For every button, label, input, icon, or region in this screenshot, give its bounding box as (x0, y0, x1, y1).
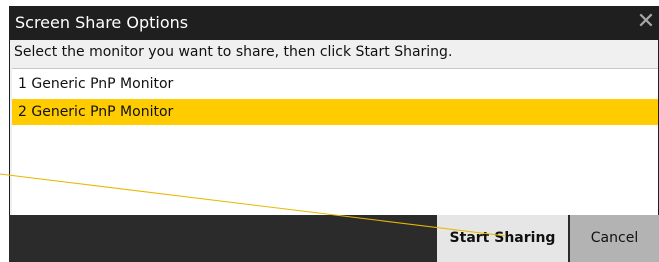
list-item-monitor-2[interactable]: 2 Generic PnP Monitor (12, 99, 658, 125)
title-bar: Screen Share Options ✕ (9, 6, 659, 40)
dialog-title: Screen Share Options (15, 13, 189, 32)
list-item-monitor-1[interactable]: 1 Generic PnP Monitor (12, 71, 658, 97)
instruction-text: Select the monitor you want to share, th… (14, 44, 453, 60)
dialog-content: Select the monitor you want to share, th… (10, 40, 658, 216)
close-icon[interactable]: ✕ (635, 9, 657, 35)
stage: Screen Share Options ✕ Select the monito… (0, 0, 659, 262)
start-sharing-button[interactable]: Start Sharing (437, 215, 569, 262)
screen-share-dialog: Screen Share Options ✕ Select the monito… (9, 6, 659, 262)
cancel-button[interactable]: Cancel (570, 215, 659, 262)
monitor-list[interactable]: 1 Generic PnP Monitor 2 Generic PnP Moni… (12, 68, 658, 216)
button-bar: Start Sharing Cancel (9, 215, 659, 262)
